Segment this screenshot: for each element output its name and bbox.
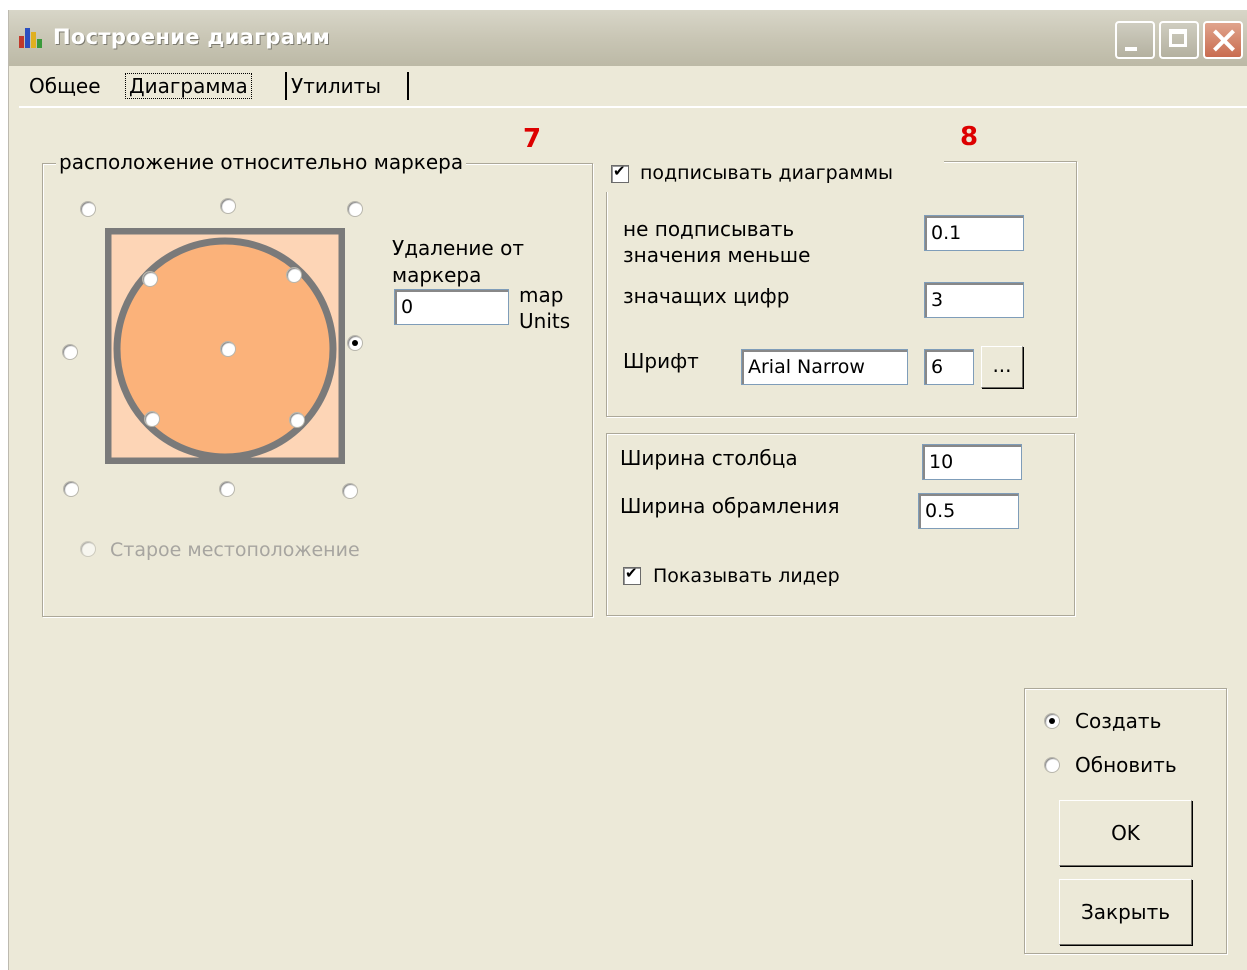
- position-center-radio[interactable]: [220, 341, 236, 357]
- position-inner-top-left-radio[interactable]: [142, 271, 158, 287]
- maximize-button[interactable]: [1159, 21, 1199, 59]
- close-window-button[interactable]: [1203, 21, 1243, 59]
- chart-app-icon: [19, 28, 43, 48]
- font-picker-button[interactable]: ...: [981, 346, 1023, 388]
- border-width-label: Ширина обрамления: [620, 494, 840, 518]
- font-name-input[interactable]: [741, 349, 908, 385]
- tab-panel-edge: [19, 106, 1247, 108]
- close-button[interactable]: Закрыть: [1059, 879, 1192, 945]
- ok-button[interactable]: OK: [1059, 800, 1192, 866]
- digits-input[interactable]: [924, 282, 1024, 318]
- position-inner-bottom-right-radio[interactable]: [289, 412, 305, 428]
- show-leader-label: Показывать лидер: [653, 565, 840, 587]
- digits-label: значащих цифр: [623, 284, 790, 308]
- distance-label: Удаление от маркера: [392, 236, 524, 287]
- position-bottom-right-radio[interactable]: [342, 483, 358, 499]
- update-radio[interactable]: [1044, 757, 1060, 773]
- position-top-left-radio[interactable]: [80, 201, 96, 217]
- tab-general[interactable]: Общее: [29, 70, 101, 102]
- tab-utilities[interactable]: Утилиты: [291, 70, 381, 102]
- position-left-radio[interactable]: [62, 344, 78, 360]
- position-inner-top-right-radio[interactable]: [286, 267, 302, 283]
- title-bar[interactable]: Построение диаграмм: [9, 10, 1247, 66]
- column-width-label: Ширина столбца: [620, 446, 798, 470]
- minimize-button[interactable]: [1115, 21, 1155, 59]
- placement-group-label: расположение относительно маркера: [56, 150, 467, 174]
- min-value-input[interactable]: [924, 215, 1024, 251]
- position-bottom-left-radio[interactable]: [63, 481, 79, 497]
- update-label: Обновить: [1075, 753, 1177, 777]
- column-width-input[interactable]: [922, 444, 1022, 480]
- tab-separator: [285, 72, 287, 100]
- old-location-radio[interactable]: [80, 541, 96, 557]
- position-right-radio[interactable]: [347, 335, 363, 351]
- tab-separator: [407, 72, 409, 100]
- position-top-radio[interactable]: [220, 198, 236, 214]
- min-value-label: не подписывать значения меньше: [623, 217, 811, 267]
- sign-diagrams-checkbox[interactable]: [611, 162, 629, 183]
- old-location-label: Старое местоположение: [110, 539, 360, 561]
- distance-input[interactable]: [394, 289, 509, 325]
- tab-diagram[interactable]: Диаграмма: [125, 70, 252, 102]
- window-title: Построение диаграмм: [53, 25, 331, 49]
- sign-diagrams-label: подписывать диаграммы: [640, 162, 894, 184]
- create-label: Создать: [1075, 709, 1162, 733]
- create-radio[interactable]: [1044, 713, 1060, 729]
- annotation-seven: 7: [523, 124, 542, 154]
- position-top-right-radio[interactable]: [347, 201, 363, 217]
- border-width-input[interactable]: [918, 493, 1019, 529]
- font-label: Шрифт: [623, 349, 699, 373]
- units-label: map Units: [519, 283, 571, 333]
- show-leader-checkbox[interactable]: [623, 564, 641, 585]
- position-inner-bottom-left-radio[interactable]: [144, 411, 160, 427]
- annotation-eight: 8: [960, 122, 979, 152]
- position-bottom-radio[interactable]: [219, 481, 235, 497]
- font-size-input[interactable]: [924, 349, 974, 385]
